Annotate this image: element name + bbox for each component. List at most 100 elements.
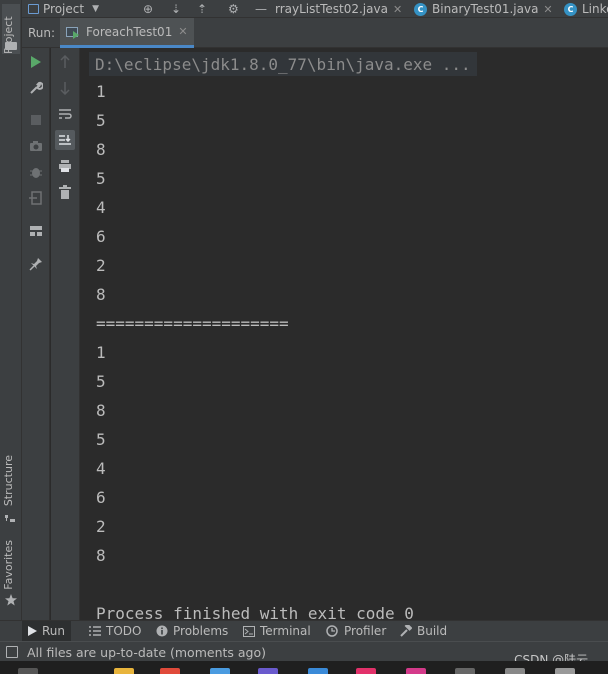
editor-tab-label: rrayListTest02.java	[275, 2, 388, 16]
toggle-tool-windows-icon[interactable]	[6, 646, 18, 658]
taskbar-app-icon[interactable]	[555, 668, 575, 674]
console-line: 8	[96, 401, 106, 420]
gear-icon[interactable]: ⚙	[228, 0, 239, 17]
scroll-up-button[interactable]	[55, 52, 75, 72]
taskbar-app-icon[interactable]	[18, 668, 38, 674]
build-tool-label: Build	[417, 624, 448, 638]
close-icon[interactable]: ✕	[543, 3, 552, 16]
run-tool-tab[interactable]: Run	[22, 621, 72, 641]
soft-wrap-icon	[59, 109, 72, 119]
console-line: 1	[96, 343, 106, 362]
collapse-all-icon[interactable]: ⇡	[197, 0, 207, 17]
arrow-up-icon	[60, 55, 70, 68]
structure-icon	[5, 512, 15, 522]
taskbar-app-icon[interactable]	[210, 668, 230, 674]
taskbar-app-icon[interactable]	[114, 668, 134, 674]
print-button[interactable]	[55, 156, 75, 176]
pin-button[interactable]	[26, 254, 46, 274]
layout-icon	[30, 226, 42, 236]
command-line[interactable]: D:\eclipse\jdk1.8.0_77\bin\java.exe ...	[89, 52, 477, 76]
build-tool-tab[interactable]: Build	[400, 621, 447, 641]
taskbar-app-icon[interactable]	[356, 668, 376, 674]
console-line: 5	[96, 111, 106, 130]
console-line: 5	[96, 372, 106, 391]
console-line: 5	[96, 430, 106, 449]
wrench-icon	[30, 81, 43, 94]
soft-wrap-button[interactable]	[55, 104, 75, 124]
taskbar-app-icon[interactable]	[406, 668, 426, 674]
project-view-label: Project	[43, 2, 85, 16]
hide-icon[interactable]: —	[255, 0, 267, 17]
editor-tab-arraylisttest02[interactable]: rrayListTest02.java ✕	[275, 0, 402, 17]
console-line: 4	[96, 459, 106, 478]
scroll-down-button[interactable]	[55, 78, 75, 98]
favorites-tool-button[interactable]: Favorites	[2, 540, 15, 590]
todo-tool-label: TODO	[106, 624, 142, 638]
exit-button[interactable]	[26, 188, 46, 208]
run-tool-label: Run	[42, 624, 66, 638]
run-label: Run:	[28, 26, 56, 40]
taskbar-app-icon[interactable]	[258, 668, 278, 674]
editor-tab-linked[interactable]: C Linke	[564, 0, 608, 17]
print-icon	[59, 160, 71, 172]
favorites-tool-label: Favorites	[2, 540, 15, 590]
console-line: 5	[96, 169, 106, 188]
stop-button[interactable]	[26, 110, 46, 130]
project-view-dropdown[interactable]: Project ▼	[28, 0, 99, 17]
play-icon	[31, 56, 41, 68]
taskbar-app-icon[interactable]	[505, 668, 525, 674]
left-tool-strip: Project Structure Favorites	[0, 0, 22, 620]
structure-tool-button[interactable]: Structure	[2, 455, 15, 506]
terminal-tool-tab[interactable]: Terminal	[243, 621, 311, 641]
list-icon	[89, 626, 101, 636]
bug-icon	[30, 168, 42, 178]
close-icon[interactable]: ✕	[178, 25, 187, 38]
clear-all-button[interactable]	[55, 182, 75, 202]
todo-tool-tab[interactable]: TODO	[89, 621, 141, 641]
scroll-to-end-icon	[59, 135, 71, 145]
profiler-icon	[326, 625, 338, 637]
edit-config-button[interactable]	[26, 78, 46, 98]
status-message[interactable]: All files are up-to-date (moments ago)	[27, 642, 266, 662]
console-line: 2	[96, 256, 106, 275]
run-config-tab-label: ForeachTest01	[86, 24, 173, 39]
chevron-down-icon: ▼	[92, 4, 99, 14]
run-config-icon	[66, 26, 80, 39]
console-line: 8	[96, 546, 106, 565]
profiler-tool-label: Profiler	[344, 624, 387, 638]
play-icon	[28, 626, 37, 636]
class-icon: C	[564, 2, 577, 16]
expand-all-icon[interactable]: ⇣	[171, 0, 181, 17]
class-icon: C	[414, 2, 427, 16]
editor-tab-binarytest01[interactable]: C BinaryTest01.java ✕	[414, 0, 553, 17]
trash-icon	[59, 185, 71, 199]
camera-icon	[30, 141, 42, 151]
editor-tab-label: Linke	[582, 2, 608, 16]
stop-icon	[31, 115, 41, 125]
taskbar-app-icon[interactable]	[160, 668, 180, 674]
screenshot-button[interactable]	[26, 136, 46, 156]
run-config-tab[interactable]: ForeachTest01 ✕	[60, 18, 194, 48]
pin-icon	[29, 258, 42, 271]
taskbar-app-icon[interactable]	[308, 668, 328, 674]
scroll-to-end-button[interactable]	[55, 130, 75, 150]
terminal-icon	[243, 625, 255, 637]
os-taskbar	[0, 661, 608, 674]
exit-icon	[29, 191, 42, 205]
debug-button[interactable]	[26, 162, 46, 182]
info-icon	[156, 625, 168, 637]
problems-tool-tab[interactable]: Problems	[156, 621, 228, 641]
profiler-tool-tab[interactable]: Profiler	[326, 621, 386, 641]
run-toolbar-primary	[22, 48, 50, 620]
close-icon[interactable]: ✕	[393, 3, 402, 16]
layout-button[interactable]	[26, 221, 46, 241]
rerun-button[interactable]	[26, 52, 46, 72]
locate-icon[interactable]: ⊕	[143, 0, 153, 17]
console-output[interactable]: D:\eclipse\jdk1.8.0_77\bin\java.exe ... …	[81, 48, 608, 620]
console-line: 2	[96, 517, 106, 536]
structure-tool-label: Structure	[2, 455, 15, 507]
arrow-down-icon	[60, 82, 70, 95]
problems-tool-label: Problems	[173, 624, 229, 638]
taskbar-app-icon[interactable]	[455, 668, 475, 674]
console-line: 4	[96, 198, 106, 217]
